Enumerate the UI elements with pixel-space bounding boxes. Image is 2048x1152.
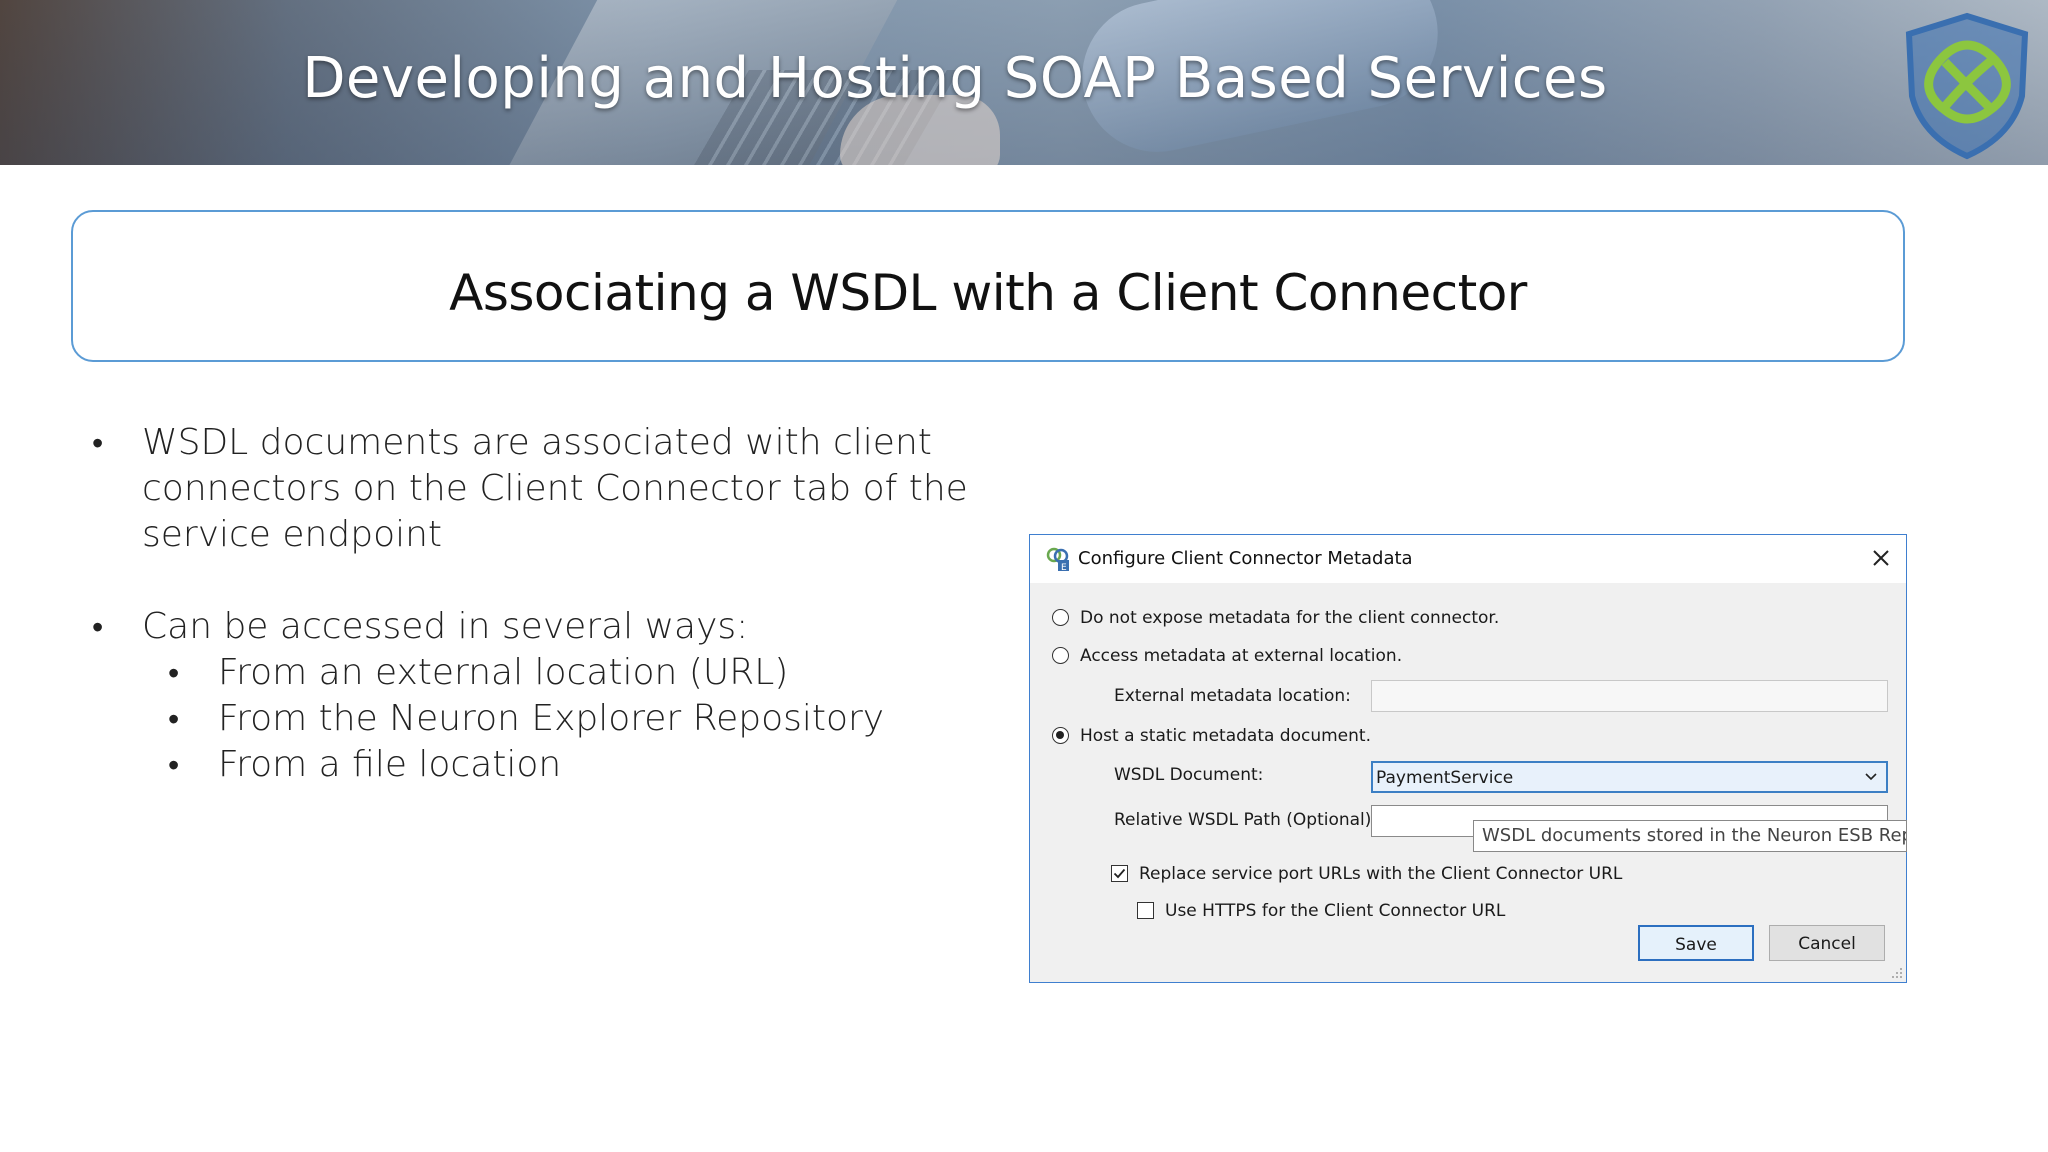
sub-bullet-item: • From an external location (URL): [92, 650, 1022, 696]
sub-bullet-text: From an external location (URL): [218, 652, 789, 693]
app-icon: E: [1046, 547, 1069, 572]
sub-bullet-text: From the Neuron Explorer Repository: [218, 698, 885, 739]
use-https-checkbox[interactable]: [1137, 902, 1154, 919]
configure-metadata-dialog: E Configure Client Connector Metadata Do…: [1029, 534, 1907, 983]
shield-knot-logo-icon: [1905, 12, 2029, 160]
bullet-text: WSDL documents are associated with clien…: [142, 422, 968, 555]
cancel-button[interactable]: Cancel: [1769, 925, 1885, 961]
bullet-marker: •: [168, 700, 180, 738]
bullet-marker: •: [168, 746, 180, 784]
bullet-marker: •: [92, 424, 104, 462]
radio-external-label: Access metadata at external location.: [1080, 646, 1403, 666]
svg-text:E: E: [1061, 563, 1067, 572]
radio-host-static[interactable]: [1052, 727, 1069, 744]
slide-title: Developing and Hosting SOAP Based Servic…: [302, 46, 1608, 111]
bullet-marker: •: [168, 654, 180, 692]
external-location-label: External metadata location:: [1114, 686, 1351, 706]
dialog-title: Configure Client Connector Metadata: [1078, 548, 1413, 569]
close-icon[interactable]: [1866, 543, 1896, 573]
bullet-marker: •: [92, 608, 104, 646]
bullet-text: Can be accessed in several ways:: [142, 606, 749, 647]
chevron-down-icon: [1865, 773, 1877, 781]
wsdl-document-label: WSDL Document:: [1114, 765, 1264, 785]
external-location-input[interactable]: [1371, 680, 1888, 712]
use-https-label: Use HTTPS for the Client Connector URL: [1165, 901, 1506, 921]
replace-urls-label: Replace service port URLs with the Clien…: [1139, 864, 1623, 884]
radio-host-static-label: Host a static metadata document.: [1080, 726, 1371, 746]
header-banner: Developing and Hosting SOAP Based Servic…: [0, 0, 2048, 165]
checkmark-icon: [1113, 868, 1126, 879]
replace-urls-checkbox[interactable]: [1111, 865, 1128, 882]
bullet-item: • WSDL documents are associated with cli…: [92, 420, 1022, 558]
subtitle-box: Associating a WSDL with a Client Connect…: [71, 210, 1905, 362]
wsdl-document-value: PaymentService: [1376, 768, 1514, 788]
wsdl-document-select[interactable]: PaymentService: [1371, 761, 1888, 793]
sub-bullet-item: • From the Neuron Explorer Repository: [92, 696, 1022, 742]
sub-bullet-text: From a file location: [218, 744, 562, 785]
bullet-list: • WSDL documents are associated with cli…: [92, 420, 1022, 788]
radio-no-expose-label: Do not expose metadata for the client co…: [1080, 608, 1500, 628]
wsdl-tooltip: WSDL documents stored in the Neuron ESB …: [1473, 820, 1907, 852]
resize-grip-icon[interactable]: [1891, 967, 1903, 979]
radio-external[interactable]: [1052, 647, 1069, 664]
dialog-titlebar: E Configure Client Connector Metadata: [1030, 535, 1906, 583]
save-button[interactable]: Save: [1638, 925, 1754, 961]
relative-path-label: Relative WSDL Path (Optional):: [1114, 810, 1378, 830]
bullet-item: • Can be accessed in several ways:: [92, 604, 1022, 650]
subtitle: Associating a WSDL with a Client Connect…: [449, 264, 1527, 322]
radio-no-expose[interactable]: [1052, 609, 1069, 626]
sub-bullet-item: • From a file location: [92, 742, 1022, 788]
